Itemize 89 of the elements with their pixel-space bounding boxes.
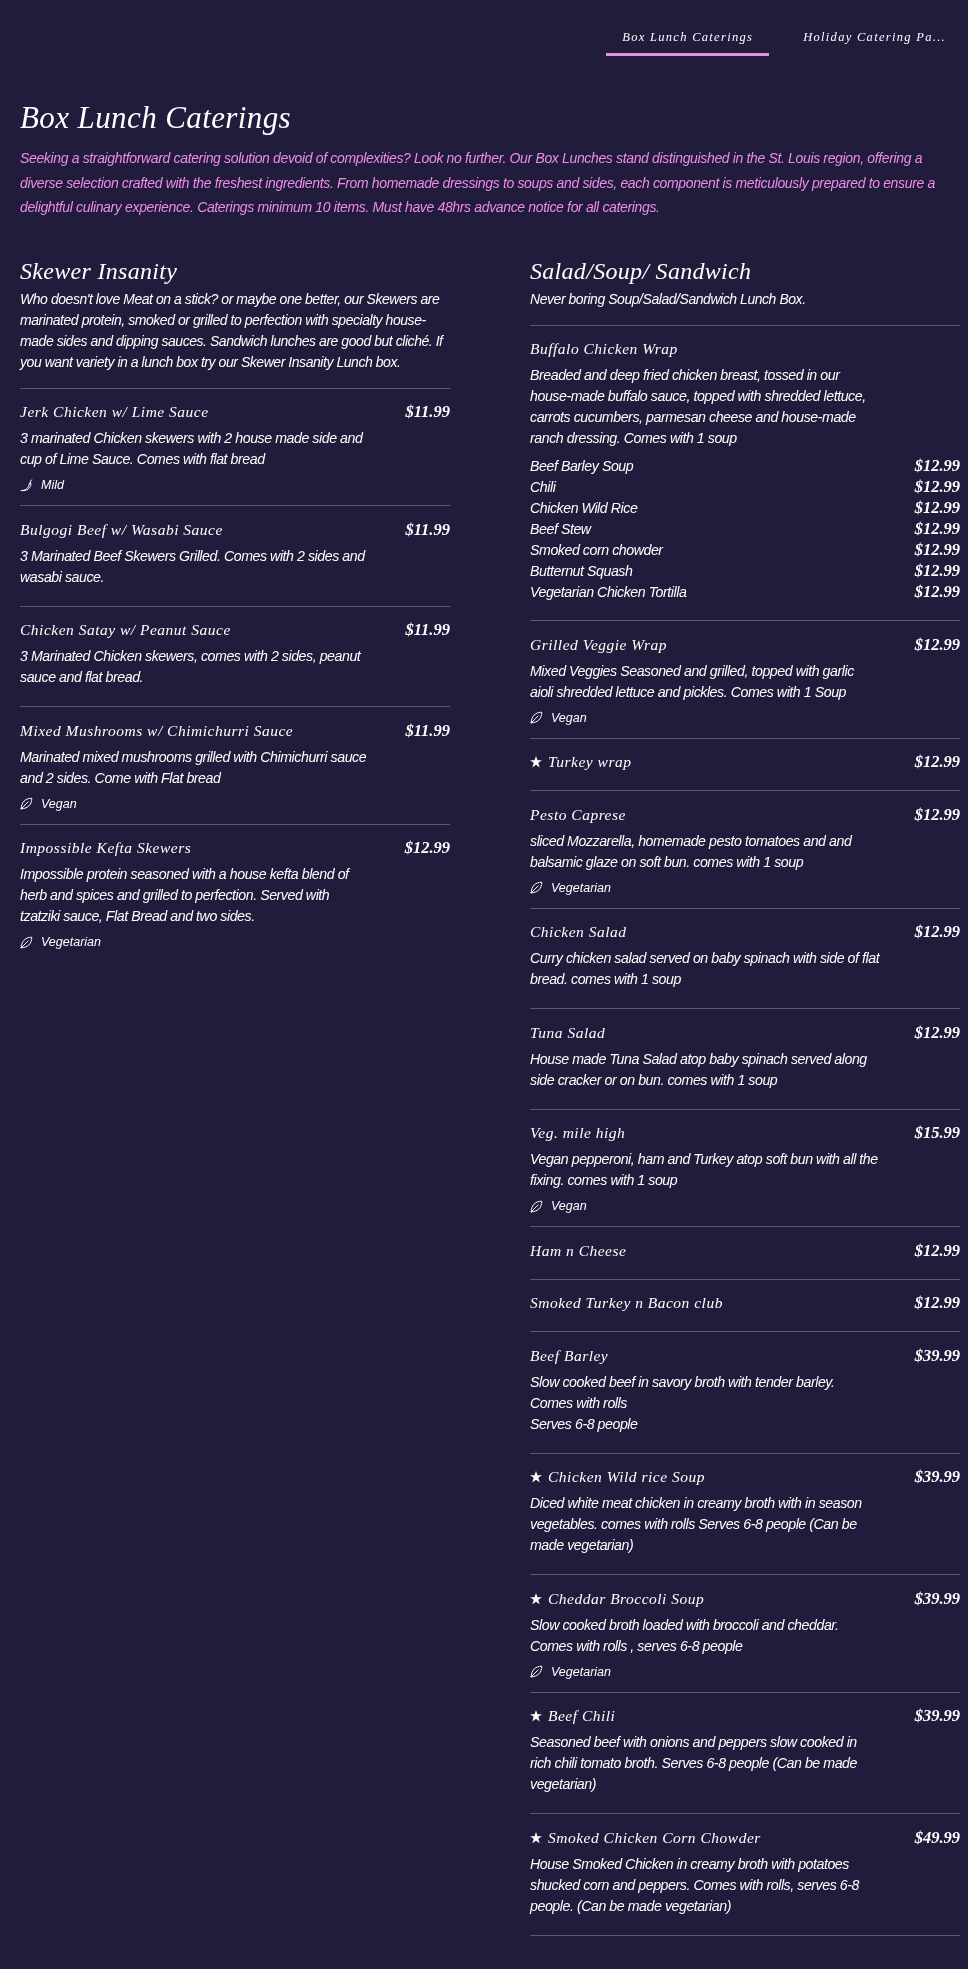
item-description: Marinated mixed mushrooms grilled with Chimichurri sauce and 2 sides. Come with Flat bread (20, 747, 368, 788)
soup-price: $12.99 (914, 560, 960, 581)
diet-label: Vegetarian (551, 880, 611, 895)
soup-name: Chili (530, 478, 556, 495)
soup-price: $12.99 (914, 518, 960, 539)
item-price: $12.99 (914, 1293, 960, 1313)
item-price: $11.99 (405, 519, 450, 540)
item-name: Grilled Veggie Wrap (530, 635, 667, 654)
soup-price: $12.99 (914, 539, 960, 560)
item-price: $12.99 (914, 634, 960, 655)
item-description: House made Tuna Salad atop baby spinach served along side cracker or on bun. comes with 1 soup (530, 1049, 868, 1090)
item-price: $39.99 (914, 1588, 960, 1609)
leaf-icon (20, 935, 33, 949)
soup-price: $12.99 (914, 476, 960, 497)
diet-label: Vegan (41, 796, 77, 811)
item-name: Bulgogi Beef w/ Wasabi Sauce (20, 520, 223, 539)
nav-tab[interactable]: Holiday Catering Pa... (791, 27, 958, 56)
item-name: Chicken Satay w/ Peanut Sauce (20, 621, 231, 639)
leaf-icon (530, 1665, 543, 1678)
diet-label: Mild (41, 478, 64, 492)
item-price: $12.99 (914, 804, 960, 825)
soup-name: Beef Stew (530, 520, 591, 537)
item-name: Smoked Turkey n Bacon club (530, 1294, 723, 1312)
item-price: $39.99 (914, 1345, 960, 1366)
item-name: Buffalo Chicken Wrap (530, 340, 678, 358)
item-price: $11.99 (405, 402, 450, 422)
leaf-icon (530, 881, 543, 894)
item-description: 3 Marinated Chicken skewers, comes with 2 sides, peanut sauce and flat bread. (20, 647, 362, 687)
soup-name: Smoked corn chowder (530, 541, 663, 558)
item-name: Smoked Chicken Corn Chowder (548, 1828, 761, 1847)
item-description: Diced white meat chicken in creamy broth with in season vegetables. comes with rolls Serves 6-8 people (Can be made vegetarian) (530, 1494, 863, 1555)
nav-tab[interactable]: Box Lunch Caterings (606, 27, 770, 56)
item-price: $12.99 (914, 1022, 960, 1043)
soup-price: $12.99 (914, 497, 960, 518)
item-description: Curry chicken salad served on baby spinach with side of flat bread. comes with 1 soup (530, 949, 880, 989)
item-description: sliced Mozzarella, homemade pesto tomatoes and and balsamic glaze on soft bun. comes with 1 soup (530, 831, 854, 872)
item-price: $12.99 (404, 838, 450, 858)
item-price: $11.99 (405, 720, 450, 741)
soup-price: $12.99 (914, 581, 960, 602)
chili-pepper-icon (20, 478, 33, 492)
item-price: $39.99 (914, 1706, 960, 1726)
item-price: $12.99 (914, 752, 960, 772)
soup-name: Vegetarian Chicken Tortilla (530, 583, 687, 600)
soup-name: Chicken Wild Rice (530, 499, 638, 516)
item-name: Veg. mile high (530, 1124, 626, 1142)
item-name: Jerk Chicken w/ Lime Sauce (20, 403, 209, 421)
item-name: Turkey wrap (548, 753, 632, 771)
item-price: $15.99 (914, 1123, 960, 1143)
section-title: Salad/Soup/ Sandwich (530, 256, 753, 286)
item-price: $11.99 (405, 620, 450, 640)
item-description: Slow cooked beef in savory broth with tender barley. Comes with rolls Serves 6-8 people (530, 1372, 836, 1434)
soup-name: Beef Barley Soup (530, 457, 634, 474)
item-description: House Smoked Chicken in creamy broth with potatoes shucked corn and peppers. Comes with rolls, serves 6-8 people. (Can be made vegetarian) (530, 1854, 861, 1916)
item-description: Mixed Veggies Seasoned and grilled, topped with garlic aioli shredded lettuce and pickles. Comes with 1 Soup (530, 661, 855, 702)
section-title: Skewer Insanity (20, 256, 179, 286)
item-name: Impossible Kefta Skewers (20, 839, 192, 857)
item-name: Beef Barley (530, 1346, 609, 1365)
diet-label: Vegan (551, 710, 587, 725)
leaf-icon (530, 1199, 543, 1213)
leaf-icon (530, 711, 543, 724)
leaf-icon (20, 797, 33, 810)
item-description: Impossible protein seasoned with a house kefta blend of herb and spices and grilled to perfection. Served with tzatziki sauce, Flat Bread and two sides. (20, 865, 351, 926)
section-description: Never boring Soup/Salad/Sandwich Lunch Box. (530, 289, 807, 309)
soup-price: $12.99 (914, 455, 960, 476)
item-description: Breaded and deep fried chicken breast, tossed in our house-made buffalo sauce, topped with shredded lettuce, carrots cucumbers, parmesan cheese and house-made ranch dressing. Comes with 1 soup (530, 366, 867, 448)
diet-label: Vegetarian (551, 1664, 611, 1679)
item-price: $49.99 (914, 1827, 960, 1848)
item-name: Chicken Wild rice Soup (548, 1468, 705, 1486)
diet-label: Vegetarian (41, 935, 101, 949)
item-name: Chicken Salad (530, 923, 627, 941)
item-name: Ham n Cheese (530, 1241, 627, 1260)
page-title: Box Lunch Caterings (20, 100, 293, 136)
item-price: $12.99 (914, 922, 960, 942)
item-price: $39.99 (914, 1467, 960, 1487)
section-description: Who doesn't love Meat on a stick? or maybe one better, our Skewers are marinated protein, smoked or grilled to perfection with specialty house-made sides and dipping sauces. Sandwich lunches are good but cliché. If you want variety in a lunch box try our Skewer Insanity Lunch box. (20, 289, 445, 372)
intro-text: Seeking a straightforward catering solution devoid of complexities? Look no further. Our Box Lunches stand distinguished in the St. Louis region, offering a diverse selection crafted with the freshest ingredients. From homemade dressings to soups and sides, each component is meticulously prepared to ensure a delightful culinary experience. Caterings minimum 10 items. Must have 48hrs advance notice for all caterings. (20, 149, 936, 217)
item-price: $12.99 (914, 1240, 960, 1261)
item-name: Mixed Mushrooms w/ Chimichurri Sauce (20, 721, 294, 740)
item-name: Tuna Salad (530, 1023, 606, 1042)
diet-label: Vegan (551, 1199, 587, 1213)
item-description: 3 marinated Chicken skewers with 2 house made side and cup of Lime Sauce. Comes with flat bread (20, 429, 365, 469)
soup-name: Butternut Squash (530, 562, 633, 579)
item-description: Vegan pepperoni, ham and Turkey atop soft bun with all the fixing. comes with 1 soup (530, 1150, 879, 1190)
item-description: 3 Marinated Beef Skewers Grilled. Comes with 2 sides and wasabi sauce. (20, 546, 367, 587)
item-name: Pesto Caprese (530, 805, 626, 824)
item-description: Seasoned beef with onions and peppers slow cooked in rich chili tomato broth. Serves 6-8 people (Can be made vegetarian) (530, 1733, 858, 1794)
item-name: Beef Chili (548, 1707, 616, 1725)
item-name: Cheddar Broccoli Soup (548, 1589, 705, 1608)
item-description: Slow cooked broth loaded with broccoli and cheddar. Comes with rolls , serves 6-8 people (530, 1615, 840, 1656)
